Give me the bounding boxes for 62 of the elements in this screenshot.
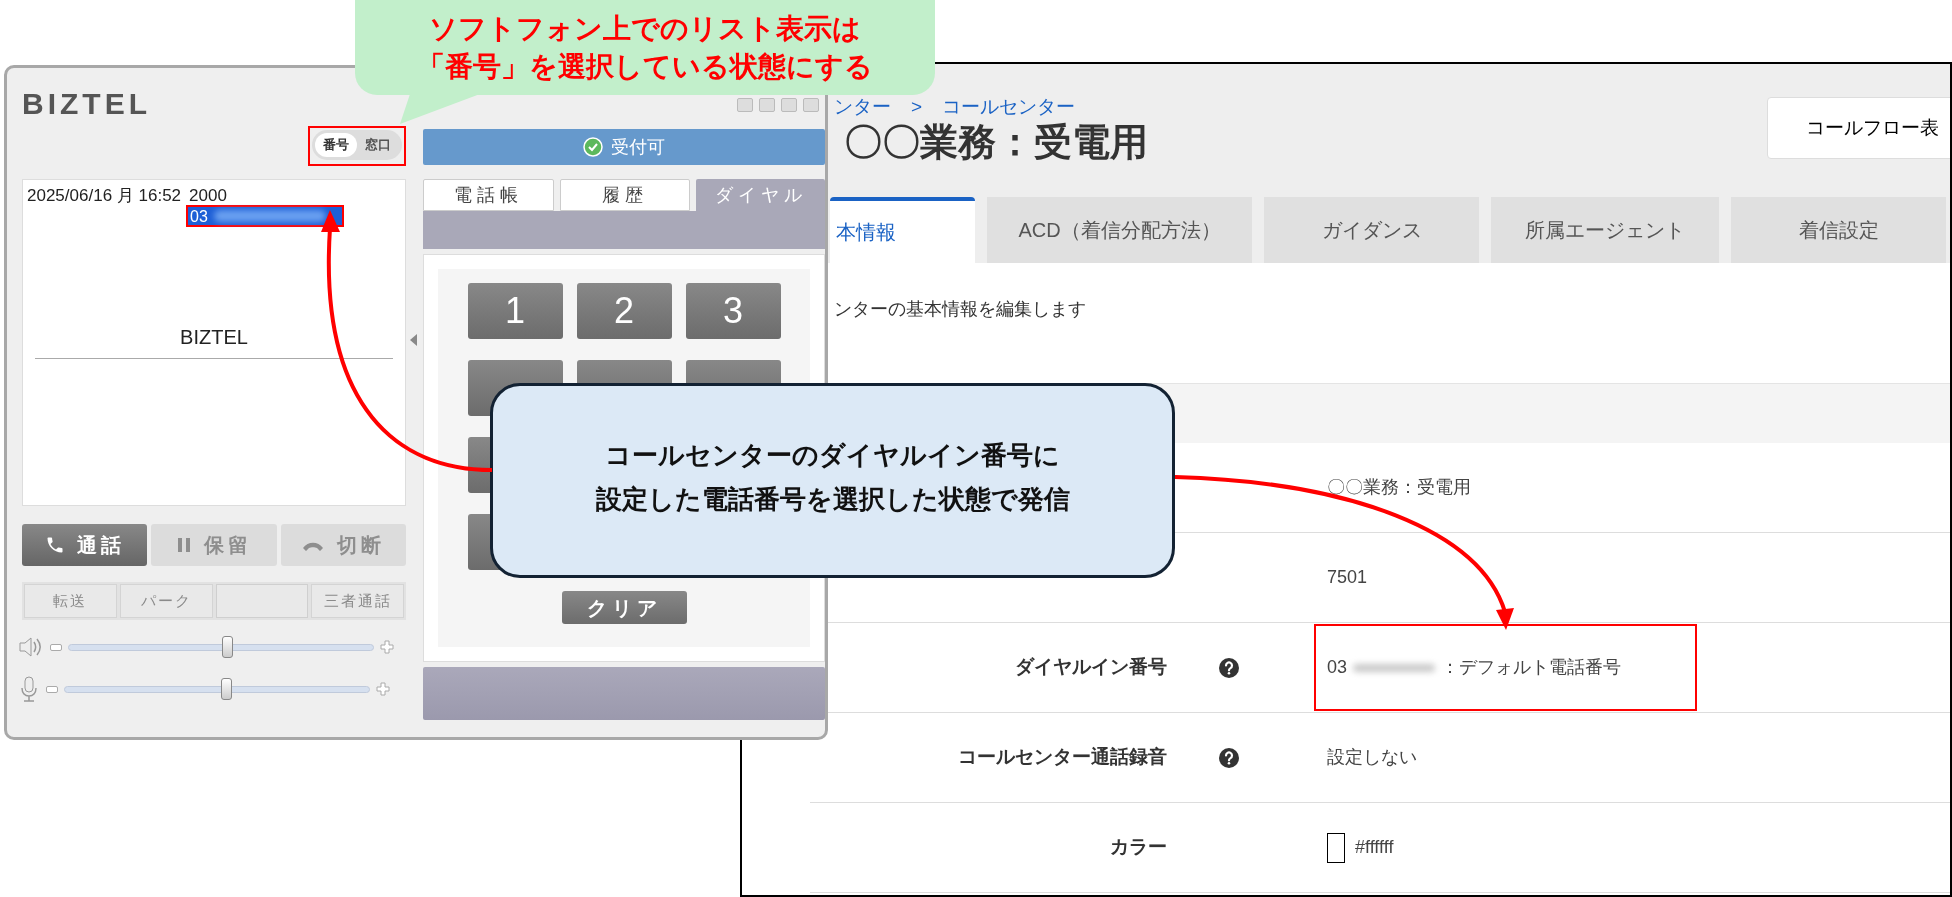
slider-thumb[interactable] — [221, 678, 233, 700]
slider-thumb[interactable] — [222, 636, 234, 658]
softphone-tab[interactable]: 履歴 — [559, 179, 691, 211]
keypad-key[interactable]: 1 — [467, 283, 563, 339]
keypad-key[interactable]: 2 — [576, 283, 672, 339]
call-datetime: 2025/06/16 月 16:52 — [27, 186, 182, 205]
window-control-icon[interactable] — [781, 98, 797, 112]
sub-button[interactable]: パーク — [119, 584, 213, 618]
callout-text: 「番号」を選択している状態にする — [417, 49, 873, 84]
pause-icon — [176, 536, 192, 554]
color-value: #ffffff — [1355, 836, 1394, 859]
window-control-icon[interactable] — [759, 98, 775, 112]
breadcrumb-separator: > — [911, 97, 923, 117]
field-label: コールセンター通話録音 — [958, 746, 1167, 768]
speaker-icon — [18, 636, 44, 658]
toggle-option[interactable]: 番号 — [315, 133, 357, 157]
help-icon[interactable] — [1219, 747, 1239, 768]
call-flow-button[interactable]: コールフロー表 — [1767, 97, 1950, 159]
extension-number: 2000 — [189, 186, 228, 205]
field-label: ダイヤルイン番号 — [1015, 656, 1167, 678]
dial-in-number: 03 — [1327, 656, 1348, 679]
page-tab[interactable]: 本情報 — [830, 197, 975, 263]
logo: BIZTEL — [22, 89, 151, 119]
description-text: ンターの基本情報を編集します — [833, 298, 1087, 321]
sub-button[interactable]: 転送 — [24, 584, 117, 618]
field-value: 〇〇業務：受電用 — [1327, 477, 1471, 497]
page-tab[interactable]: 所属エージェント — [1491, 197, 1719, 263]
check-icon — [583, 137, 603, 157]
call-control-button[interactable]: 通話 — [22, 524, 148, 566]
callout-text: コールセンターのダイヤルイン番号に — [605, 439, 1060, 472]
collapse-arrow-icon[interactable] — [410, 334, 417, 346]
callout-text: 設定した電話番号を選択した状態で発信 — [595, 483, 1070, 516]
breadcrumb-link[interactable]: ンター — [834, 97, 891, 117]
clear-button[interactable]: クリア — [561, 591, 687, 624]
window-control-icon[interactable] — [803, 98, 819, 112]
field-value: 7501 — [1327, 567, 1368, 587]
page-tab[interactable]: ACD（着信分配方法） — [987, 197, 1252, 263]
plus-icon — [376, 682, 390, 696]
softphone-tab[interactable]: 電話帳 — [423, 179, 554, 211]
breadcrumb-link[interactable]: コールセンター — [942, 97, 1076, 117]
window-control-icon[interactable] — [737, 98, 753, 112]
caller-number: 03 — [189, 206, 209, 226]
display-name: BIZTEL — [180, 325, 248, 350]
help-icon[interactable] — [1219, 657, 1239, 678]
minus-icon — [46, 685, 58, 693]
volume-slider[interactable] — [64, 678, 370, 700]
sub-button[interactable]: 三者通話 — [311, 584, 404, 618]
page-tab[interactable]: 着信設定 — [1731, 197, 1946, 263]
volume-slider[interactable] — [68, 636, 374, 658]
page-title: 〇〇業務：受電用 — [844, 120, 1148, 165]
field-label: カラー — [1110, 836, 1167, 858]
callout-text: ソフトフォン上でのリスト表示は — [429, 11, 861, 46]
microphone-icon — [18, 676, 40, 702]
minus-icon — [50, 643, 62, 651]
toggle-option[interactable]: 窓口 — [357, 133, 399, 157]
page-tab[interactable]: ガイダンス — [1264, 197, 1479, 263]
keypad-key[interactable]: 3 — [685, 283, 781, 339]
plus-icon — [380, 640, 394, 654]
field-value: 設定しない — [1327, 747, 1417, 767]
blank-button[interactable] — [215, 584, 309, 618]
field-value: ：デフォルト電話番号 — [1441, 656, 1622, 679]
status-text: 受付可 — [611, 135, 665, 159]
